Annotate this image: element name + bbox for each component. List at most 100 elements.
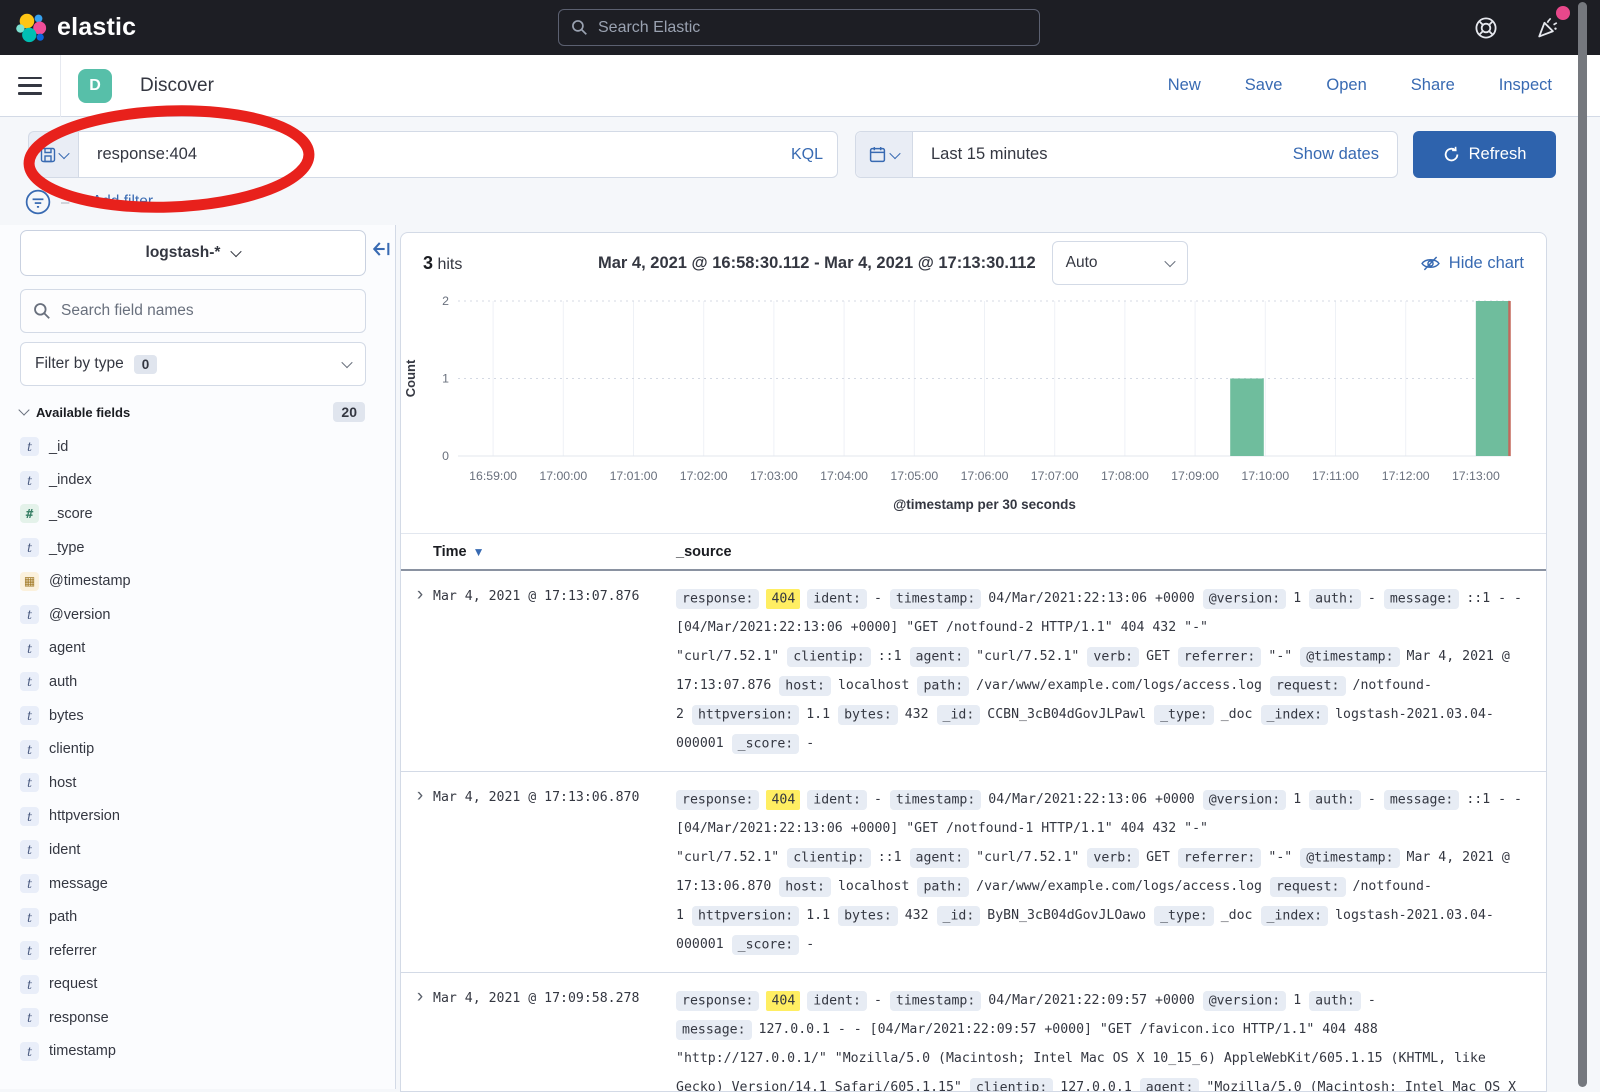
- hide-chart-button[interactable]: Hide chart: [1421, 254, 1524, 273]
- field-item[interactable]: t request: [20, 968, 365, 1002]
- save-button[interactable]: Save: [1245, 76, 1283, 95]
- histogram-svg: 16:59:0017:00:0017:01:0017:02:0017:03:00…: [401, 293, 1546, 531]
- global-search-input[interactable]: Search Elastic: [558, 9, 1040, 46]
- field-item[interactable]: t _id: [20, 430, 365, 464]
- time-column-header[interactable]: Time ▼: [433, 544, 676, 560]
- add-filter-button[interactable]: + Add filter: [79, 193, 153, 211]
- field-item[interactable]: ▦ @timestamp: [20, 564, 365, 598]
- field-key-badge: _score:: [732, 734, 800, 754]
- date-picker: Last 15 minutes Show dates: [855, 131, 1398, 178]
- new-button[interactable]: New: [1168, 76, 1201, 95]
- menu-icon[interactable]: [18, 77, 42, 95]
- field-value: -: [874, 591, 882, 606]
- field-name: message: [49, 876, 108, 892]
- histogram-chart: 16:59:0017:00:0017:01:0017:02:0017:03:00…: [401, 293, 1546, 533]
- field-type-icon: #: [20, 504, 39, 523]
- available-fields-count-badge: 20: [333, 402, 365, 422]
- field-item[interactable]: t _index: [20, 464, 365, 498]
- field-value: "curl/7.52.1": [976, 850, 1079, 865]
- query-language-button[interactable]: KQL: [791, 146, 823, 164]
- field-key-badge: ident:: [807, 589, 867, 609]
- field-key-badge: @timestamp:: [1300, 848, 1399, 868]
- field-key-badge: request:: [1270, 676, 1346, 696]
- filter-by-type-label: Filter by type: [35, 355, 124, 373]
- saved-query-menu-button[interactable]: [28, 131, 78, 178]
- field-item[interactable]: t message: [20, 867, 365, 901]
- doc-source: response:404ident:-timestamp:04/Mar/2021…: [676, 785, 1536, 959]
- field-value: -: [1368, 792, 1376, 807]
- search-icon: [571, 19, 588, 36]
- field-item[interactable]: t auth: [20, 665, 365, 699]
- refresh-icon: [1443, 146, 1460, 163]
- field-item[interactable]: t @version: [20, 598, 365, 632]
- filter-divider: –: [61, 194, 69, 211]
- field-value: 404: [766, 589, 800, 609]
- field-item[interactable]: t httpversion: [20, 800, 365, 834]
- quick-select-menu-button[interactable]: [856, 132, 913, 177]
- eye-closed-icon: [1421, 254, 1440, 273]
- inspect-button[interactable]: Inspect: [1499, 76, 1552, 95]
- show-dates-button[interactable]: Show dates: [1293, 145, 1379, 164]
- field-item[interactable]: t ident: [20, 833, 365, 867]
- field-item[interactable]: # _score: [20, 497, 365, 531]
- field-type-icon: t: [20, 471, 39, 490]
- table-row: › Mar 4, 2021 @ 17:13:07.876 response:40…: [401, 571, 1546, 772]
- brand-name: elastic: [57, 13, 136, 42]
- field-item[interactable]: t bytes: [20, 699, 365, 733]
- elastic-logo[interactable]: elastic: [14, 13, 136, 43]
- expand-row-icon[interactable]: ›: [407, 986, 433, 1092]
- expand-row-icon[interactable]: ›: [407, 584, 433, 758]
- available-fields-accordion[interactable]: Available fields 20: [20, 402, 365, 422]
- field-key-badge: httpversion:: [692, 906, 799, 926]
- field-type-icon: t: [20, 874, 39, 893]
- field-key-badge: host:: [779, 877, 831, 897]
- field-type-icon: ▦: [20, 572, 39, 591]
- filter-by-type-select[interactable]: Filter by type 0: [20, 342, 366, 386]
- hits-number: 3: [423, 253, 433, 273]
- field-item[interactable]: t host: [20, 766, 365, 800]
- query-input[interactable]: response:404 KQL: [78, 131, 838, 178]
- field-item[interactable]: t timestamp: [20, 1035, 365, 1069]
- field-key-badge: message:: [676, 1020, 752, 1040]
- open-button[interactable]: Open: [1326, 76, 1366, 95]
- index-pattern-select[interactable]: logstash-*: [20, 230, 366, 276]
- time-range-button[interactable]: Last 15 minutes: [931, 145, 1293, 164]
- collapse-sidebar-button[interactable]: [370, 239, 392, 264]
- field-value: 1: [1293, 792, 1301, 807]
- field-item[interactable]: t clientip: [20, 732, 365, 766]
- field-name: path: [49, 909, 77, 925]
- field-value: -: [1368, 591, 1376, 606]
- discover-app-icon[interactable]: D: [78, 69, 112, 103]
- svg-text:17:03:00: 17:03:00: [750, 469, 798, 483]
- chevron-down-icon: [341, 357, 352, 368]
- share-button[interactable]: Share: [1411, 76, 1455, 95]
- search-icon: [33, 302, 51, 320]
- hits-header: 3 hits Mar 4, 2021 @ 16:58:30.112 - Mar …: [401, 233, 1546, 293]
- expand-row-icon[interactable]: ›: [407, 785, 433, 959]
- interval-select[interactable]: Auto: [1052, 241, 1188, 285]
- field-item[interactable]: t response: [20, 1001, 365, 1035]
- filter-type-count-badge: 0: [134, 355, 158, 374]
- field-item[interactable]: t _type: [20, 531, 365, 565]
- svg-text:17:12:00: 17:12:00: [1382, 469, 1430, 483]
- refresh-button[interactable]: Refresh: [1413, 131, 1556, 178]
- field-type-icon: t: [20, 773, 39, 792]
- refresh-label: Refresh: [1469, 145, 1527, 164]
- field-item[interactable]: t agent: [20, 632, 365, 666]
- field-item[interactable]: t referrer: [20, 934, 365, 968]
- filter-icon[interactable]: [25, 189, 51, 215]
- field-name: ident: [49, 842, 80, 858]
- field-item[interactable]: t path: [20, 900, 365, 934]
- help-icon[interactable]: [1474, 16, 1498, 40]
- vertical-scrollbar[interactable]: [1578, 2, 1587, 1087]
- field-key-badge: request:: [1270, 877, 1346, 897]
- field-key-badge: agent:: [1140, 1078, 1200, 1092]
- field-key-badge: clientip:: [787, 848, 870, 868]
- search-fields-input[interactable]: Search field names: [20, 289, 366, 333]
- chevron-down-icon: [231, 246, 242, 257]
- discover-screen: elastic Search Elastic: [0, 0, 1600, 1089]
- field-key-badge: clientip:: [787, 647, 870, 667]
- field-key-badge: _id:: [937, 906, 981, 926]
- field-name: _id: [49, 439, 68, 455]
- field-value: 404: [766, 790, 800, 810]
